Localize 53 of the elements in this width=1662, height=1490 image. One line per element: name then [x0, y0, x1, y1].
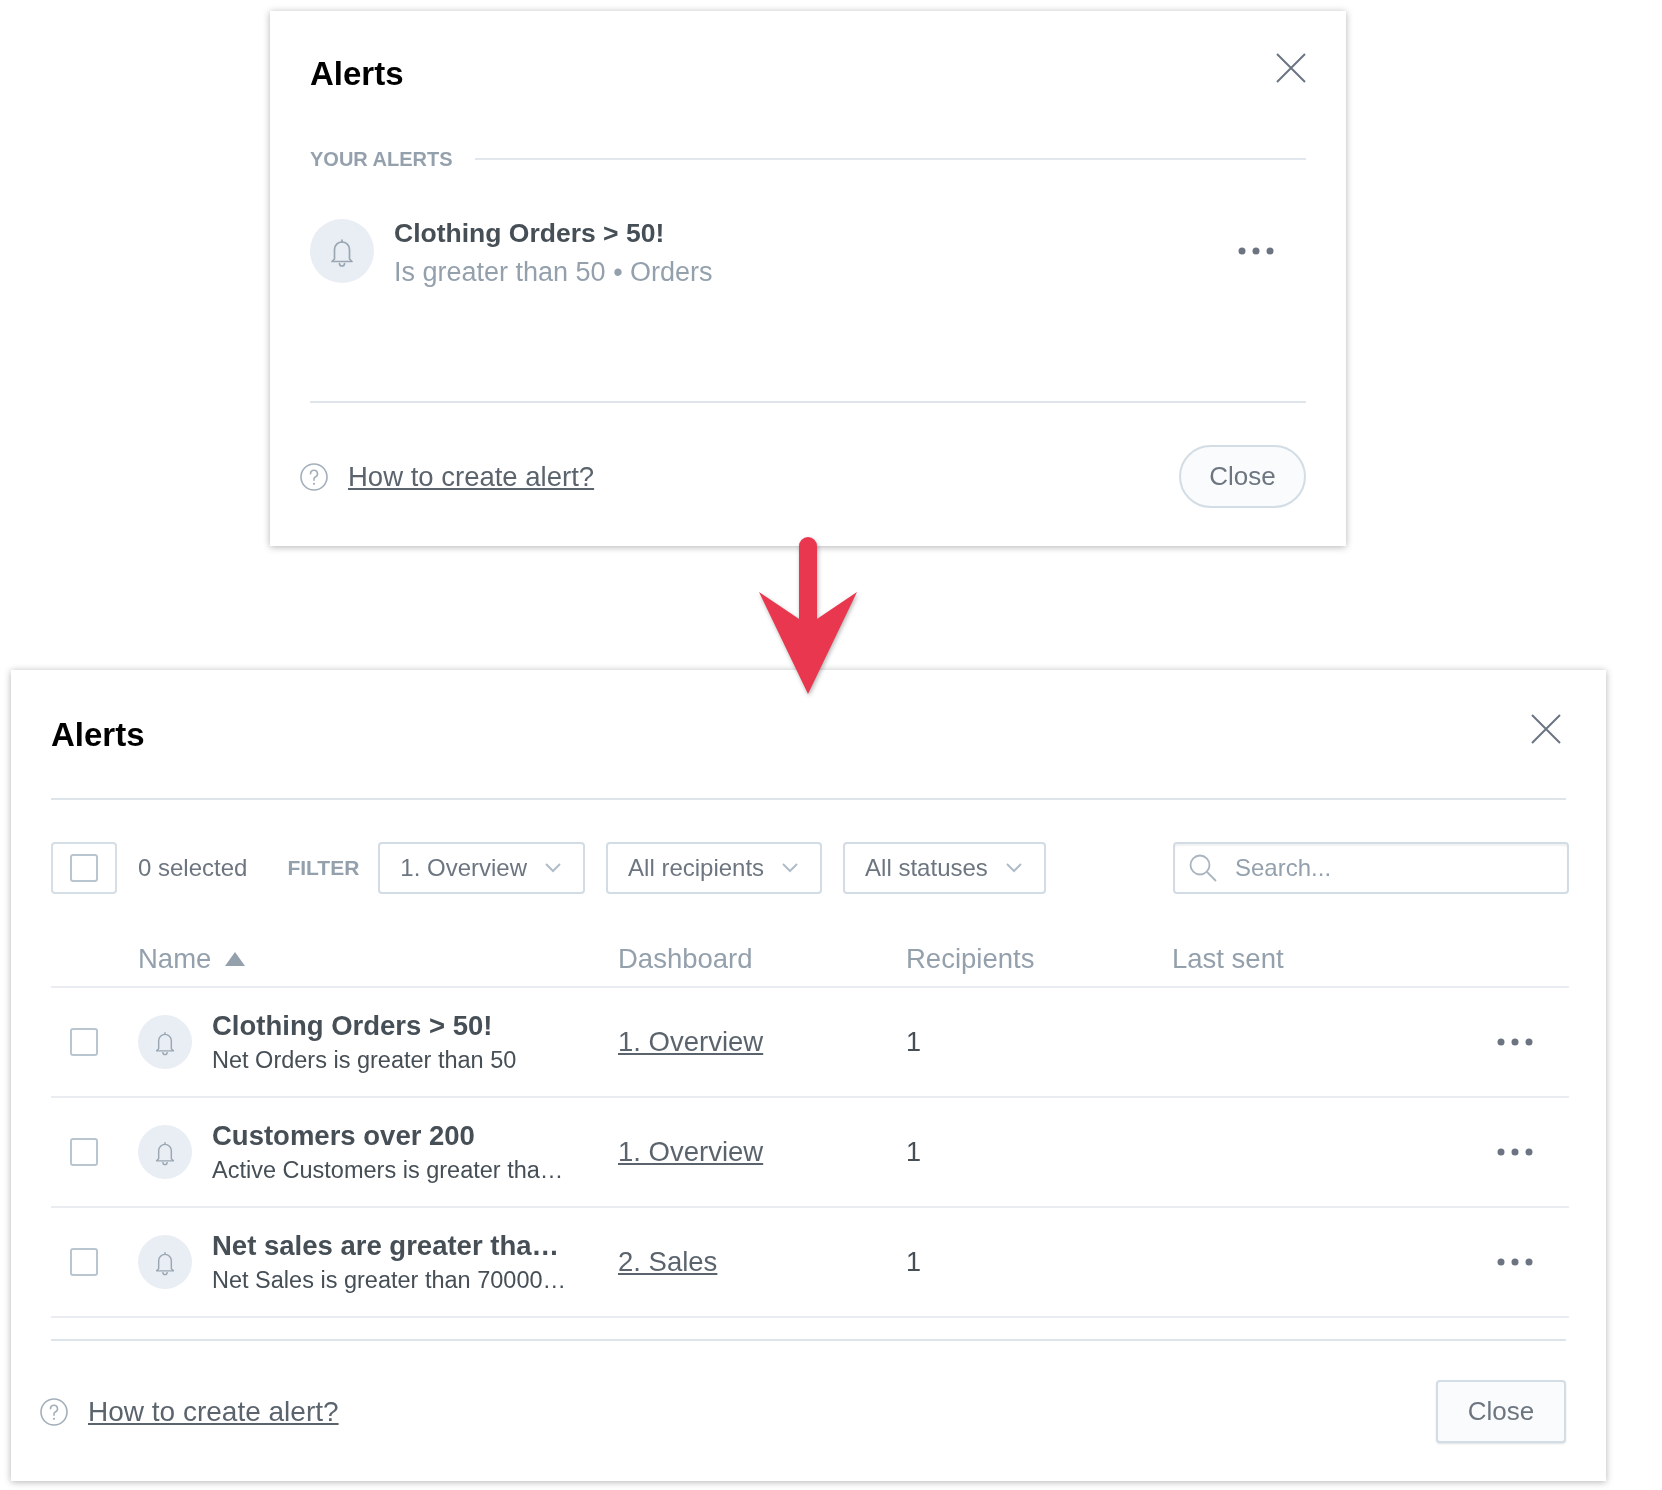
- chevron-down-icon[interactable]: [782, 863, 799, 873]
- alert-name: Clothing Orders > 50!: [212, 1009, 494, 1043]
- alert-name: Clothing Orders > 50!: [394, 217, 666, 250]
- search-icon: [1189, 854, 1217, 882]
- close-icon[interactable]: [1531, 714, 1561, 744]
- sort-up-icon[interactable]: [225, 951, 246, 966]
- alert-description: Net Sales is greater than 70000…: [212, 1266, 567, 1295]
- alert-name: Net sales are greater tha…: [212, 1229, 560, 1263]
- bell-icon: [138, 1015, 192, 1069]
- bell-icon: [310, 219, 374, 283]
- help-link[interactable]: How to create alert?: [348, 455, 595, 498]
- help-icon: [40, 1397, 68, 1426]
- close-icon[interactable]: [1276, 53, 1306, 83]
- filter-dropdown[interactable]: 1. Overview: [378, 842, 586, 894]
- bell-icon: [138, 1125, 192, 1179]
- alert-details: Is greater than 50 • Orders: [394, 256, 714, 289]
- recipients-count: 1: [906, 1245, 922, 1279]
- help-link[interactable]: How to create alert?: [88, 1390, 339, 1433]
- dashboard-link[interactable]: 1. Overview: [618, 1131, 764, 1173]
- more-options-icon[interactable]: [1497, 1258, 1533, 1266]
- checkbox[interactable]: [70, 1248, 98, 1276]
- close-button[interactable]: Close: [1436, 1380, 1566, 1443]
- column-header[interactable]: Last sent: [1172, 937, 1284, 980]
- column-header[interactable]: Name: [138, 937, 212, 980]
- select-all-control[interactable]: [51, 842, 117, 894]
- more-options-icon[interactable]: [1238, 247, 1274, 255]
- column-header[interactable]: Recipients: [906, 937, 1035, 980]
- bell-icon: [138, 1235, 192, 1289]
- checkbox[interactable]: [70, 854, 98, 882]
- alert-name: Customers over 200: [212, 1119, 476, 1153]
- more-options-icon[interactable]: [1497, 1148, 1533, 1156]
- column-header[interactable]: Dashboard: [618, 937, 753, 980]
- chevron-down-icon[interactable]: [1005, 863, 1022, 873]
- recipients-count: 1: [906, 1135, 922, 1169]
- checkbox[interactable]: [70, 1138, 98, 1166]
- checkbox[interactable]: [70, 1028, 98, 1056]
- more-options-icon[interactable]: [1497, 1038, 1533, 1046]
- filter-dropdown[interactable]: All statuses: [843, 842, 1046, 894]
- filter-dropdown[interactable]: All recipients: [606, 842, 823, 894]
- close-button[interactable]: Close: [1179, 445, 1306, 508]
- chevron-down-icon[interactable]: [545, 863, 562, 873]
- dashboard-link[interactable]: 2. Sales: [618, 1241, 718, 1283]
- dialog-title: Alerts: [51, 715, 145, 755]
- help-icon: [300, 462, 328, 491]
- section-label: YOUR ALERTS: [310, 147, 453, 172]
- alert-description: Active Customers is greater tha…: [212, 1156, 565, 1185]
- selected-count: 0 selected: [138, 853, 248, 883]
- filter-label: FILTER: [287, 855, 360, 882]
- alert-description: Net Orders is greater than 50: [212, 1046, 518, 1075]
- dashboard-link[interactable]: 1. Overview: [618, 1021, 764, 1063]
- dialog-title: Alerts: [310, 54, 404, 94]
- recipients-count: 1: [906, 1025, 922, 1059]
- search-field[interactable]: Search...: [1173, 842, 1569, 894]
